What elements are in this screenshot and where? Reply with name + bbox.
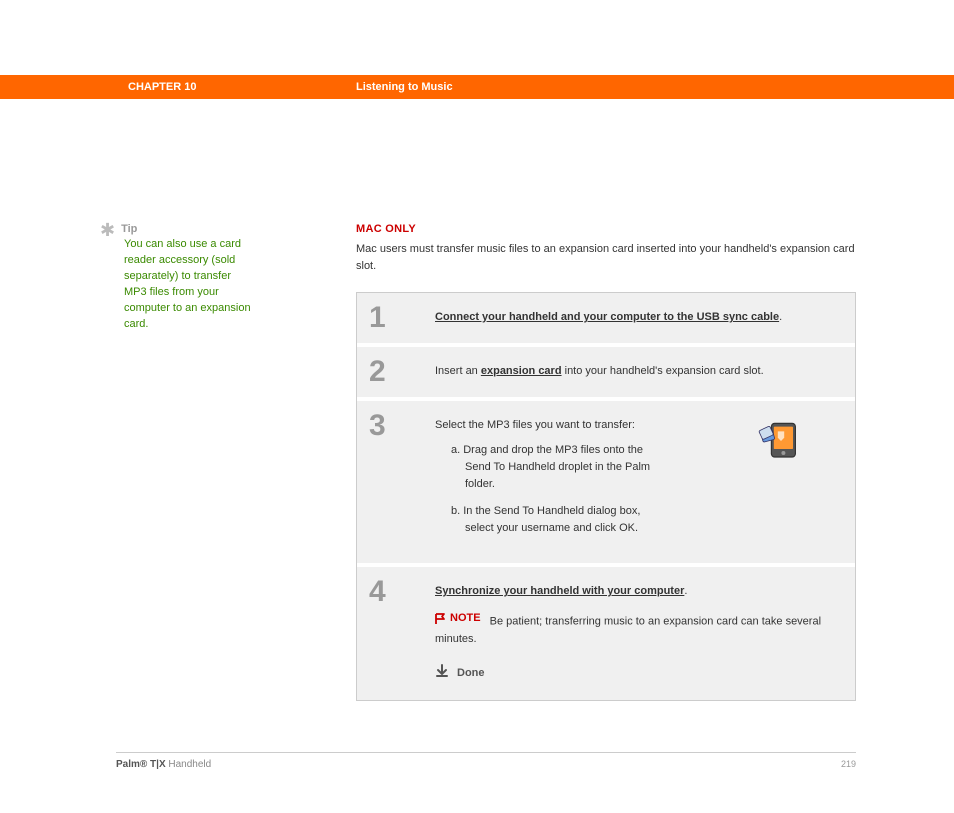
done-row: Done — [435, 664, 837, 684]
step-body: Select the MP3 files you want to transfe… — [427, 401, 855, 563]
step-3: 3 Select the MP3 files you want to trans… — [357, 401, 855, 567]
step-number-cell: 3 — [357, 401, 427, 563]
step-body: Insert an expansion card into your handh… — [427, 347, 855, 397]
mac-only-heading: MAC ONLY — [356, 223, 856, 235]
text: into your handheld's expansion card slot… — [562, 365, 764, 377]
step3-item-a: a. Drag and drop the MP3 files onto the … — [451, 442, 665, 493]
step-body: Synchronize your handheld with your comp… — [427, 567, 855, 700]
text: Insert an — [435, 365, 481, 377]
step3-sublist: a. Drag and drop the MP3 files onto the … — [435, 442, 665, 537]
text: . — [779, 311, 782, 323]
steps-container: 1 Connect your handheld and your compute… — [356, 292, 856, 701]
text: . — [684, 585, 687, 597]
asterisk-icon: ✱ — [100, 223, 115, 237]
product-name: Palm® T|X Handheld — [116, 759, 211, 770]
step-4: 4 Synchronize your handheld with your co… — [357, 567, 855, 700]
main-column: MAC ONLY Mac users must transfer music f… — [356, 223, 856, 701]
connect-link[interactable]: Connect your handheld and your computer … — [435, 311, 779, 323]
note-label: NOTE — [435, 610, 481, 627]
step-number-cell: 4 — [357, 567, 427, 700]
expansion-card-link[interactable]: expansion card — [481, 365, 562, 377]
chapter-title: Listening to Music — [356, 81, 453, 93]
step-number: 4 — [369, 577, 415, 607]
page-footer: Palm® T|X Handheld 219 — [116, 752, 856, 770]
step-number-cell: 1 — [357, 293, 427, 343]
handheld-device-icon — [757, 417, 805, 465]
download-arrow-icon — [435, 664, 449, 684]
step-number-cell: 2 — [357, 347, 427, 397]
tip-block: ✱ Tip You can also use a card reader acc… — [100, 223, 300, 333]
step-number: 3 — [369, 411, 415, 441]
chapter-label: CHAPTER 10 — [128, 81, 356, 93]
intro-text: Mac users must transfer music files to a… — [356, 241, 856, 274]
note-text: Be patient; transferring music to an exp… — [435, 616, 821, 645]
note-row: NOTE Be patient; transferring music to a… — [435, 610, 837, 648]
flag-icon — [435, 613, 447, 625]
step-number: 2 — [369, 357, 415, 387]
tip-label: Tip — [100, 223, 300, 235]
done-label: Done — [457, 665, 485, 682]
step3-item-b: b. In the Send To Handheld dialog box, s… — [451, 503, 665, 537]
step3-lead: Select the MP3 files you want to transfe… — [435, 417, 655, 434]
step-body: Connect your handheld and your computer … — [427, 293, 855, 343]
step-2: 2 Insert an expansion card into your han… — [357, 347, 855, 401]
header-bar: CHAPTER 10 Listening to Music — [0, 75, 954, 99]
step-number: 1 — [369, 303, 415, 333]
step-1: 1 Connect your handheld and your compute… — [357, 293, 855, 347]
tip-text: You can also use a card reader accessory… — [124, 237, 254, 333]
page-number: 219 — [841, 759, 856, 770]
synchronize-link[interactable]: Synchronize your handheld with your comp… — [435, 585, 684, 597]
